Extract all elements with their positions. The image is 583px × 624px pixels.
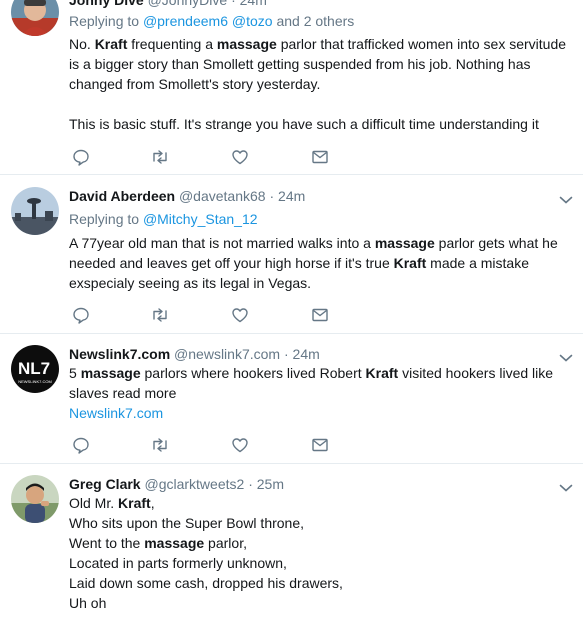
highlight-term: massage — [80, 365, 141, 381]
text-run: 5 — [69, 365, 81, 381]
display-name[interactable]: David Aberdeen — [69, 188, 175, 204]
timestamp[interactable]: 24m — [278, 188, 305, 204]
username[interactable]: @newslink7.com — [174, 346, 280, 362]
separator-dot: · — [283, 346, 289, 362]
tweet-paragraph: 5 massage parlors where hookers lived Ro… — [69, 363, 569, 403]
highlight-term: Kraft — [118, 495, 151, 511]
replying-to-label: Replying to — [69, 211, 140, 227]
retweet-icon[interactable] — [151, 306, 169, 324]
retweet-icon[interactable] — [151, 148, 169, 166]
tweet-link[interactable]: Newslink7.com — [69, 403, 569, 423]
poem-line: Went to the massage parlor, — [69, 533, 569, 553]
reply-icon[interactable] — [72, 436, 90, 454]
tweet-header: Greg Clark @gclarktweets2 · 25m — [69, 475, 284, 493]
tweet-text: Old Mr. Kraft, Who sits upon the Super B… — [69, 493, 569, 613]
username[interactable]: @davetank68 — [179, 188, 266, 204]
avatar[interactable] — [11, 187, 59, 235]
tweet-text: 5 massage parlors where hookers lived Ro… — [69, 363, 569, 423]
reply-icon[interactable] — [72, 148, 90, 166]
username[interactable]: @gclarktweets2 — [144, 476, 244, 492]
poem-line: Old Mr. Kraft, — [69, 493, 569, 513]
display-name[interactable]: Greg Clark — [69, 476, 141, 492]
display-name[interactable]: Jonny Dive — [69, 0, 144, 8]
text-run: parlors where hookers lived Robert — [140, 365, 366, 381]
poem-line: Uh oh — [69, 595, 107, 611]
avatar[interactable] — [11, 0, 59, 36]
mention-link[interactable]: @prendeem6 — [143, 13, 228, 29]
timestamp[interactable]: 24m — [293, 346, 320, 362]
like-icon[interactable] — [231, 148, 249, 166]
highlight-term: Kraft — [94, 36, 128, 52]
avatar-logo-text: NL7 — [18, 359, 50, 378]
tweet[interactable]: Greg Clark @gclarktweets2 · 25m Old Mr. … — [0, 464, 583, 624]
like-icon[interactable] — [231, 436, 249, 454]
text-run: Went to the — [69, 535, 145, 551]
tweet[interactable]: Jonny Dive @JonnyDive · 24m Replying to … — [0, 0, 583, 175]
separator-dot: · — [248, 476, 253, 492]
tweet-paragraph: This is basic stuff. It's strange you ha… — [69, 116, 539, 132]
text-run: A 77year old man that is not married wal… — [69, 235, 375, 251]
tweet-paragraph: No. Kraft frequenting a massage parlor t… — [69, 34, 569, 94]
text-run: parlor, — [204, 535, 247, 551]
text-run: frequenting a — [127, 36, 217, 52]
chevron-down-icon[interactable] — [559, 350, 573, 362]
tweet[interactable]: NL7 NEWSLINK7.COM Newslink7.com @newslin… — [0, 334, 583, 464]
replying-to: Replying to @prendeem6 @tozo and 2 other… — [69, 12, 354, 30]
avatar[interactable] — [11, 475, 59, 523]
highlight-term: massage — [144, 535, 205, 551]
mention-link[interactable]: @Mitchy_Stan_12 — [143, 211, 258, 227]
poem-line: Located in parts formerly unknown, — [69, 555, 287, 571]
text-run: Old Mr. — [69, 495, 119, 511]
tweet-text: A 77year old man that is not married wal… — [69, 233, 569, 293]
separator-dot: · — [269, 188, 275, 204]
message-icon[interactable] — [311, 148, 329, 166]
like-icon[interactable] — [231, 306, 249, 324]
poem-line: Who sits upon the Super Bowl throne, — [69, 515, 305, 531]
retweet-icon[interactable] — [151, 436, 169, 454]
tweet-header: Jonny Dive @JonnyDive · 24m — [69, 0, 267, 9]
username[interactable]: @JonnyDive — [148, 0, 228, 8]
chevron-down-icon[interactable] — [559, 192, 573, 204]
highlight-term: Kraft — [393, 255, 427, 271]
avatar[interactable]: NL7 NEWSLINK7.COM — [11, 345, 59, 393]
replying-to-others[interactable]: and 2 others — [276, 13, 354, 29]
display-name[interactable]: Newslink7.com — [69, 346, 170, 362]
chevron-down-icon[interactable] — [559, 480, 573, 492]
replying-to-label: Replying to — [69, 13, 140, 29]
tweet-header: David Aberdeen @davetank68 · 24m — [69, 187, 305, 205]
message-icon[interactable] — [311, 306, 329, 324]
highlight-term: massage — [374, 235, 435, 251]
tweet-header: Newslink7.com @newslink7.com · 24m — [69, 345, 320, 363]
separator-dot: · — [231, 0, 236, 8]
message-icon[interactable] — [311, 436, 329, 454]
replying-to: Replying to @Mitchy_Stan_12 — [69, 210, 258, 228]
timestamp[interactable]: 25m — [257, 476, 284, 492]
poem-line: Laid down some cash, dropped his drawers… — [69, 575, 343, 591]
highlight-term: massage — [216, 36, 277, 52]
text-run: , — [150, 495, 155, 511]
text-run: No. — [69, 36, 95, 52]
timestamp[interactable]: 24m — [240, 0, 267, 8]
tweet-text: No. Kraft frequenting a massage parlor t… — [69, 34, 569, 134]
highlight-term: Kraft — [365, 365, 399, 381]
avatar-logo-subtext: NEWSLINK7.COM — [18, 379, 52, 384]
tweet[interactable]: David Aberdeen @davetank68 · 24m Replyin… — [0, 175, 583, 334]
mention-link[interactable]: @tozo — [232, 13, 273, 29]
reply-icon[interactable] — [72, 306, 90, 324]
